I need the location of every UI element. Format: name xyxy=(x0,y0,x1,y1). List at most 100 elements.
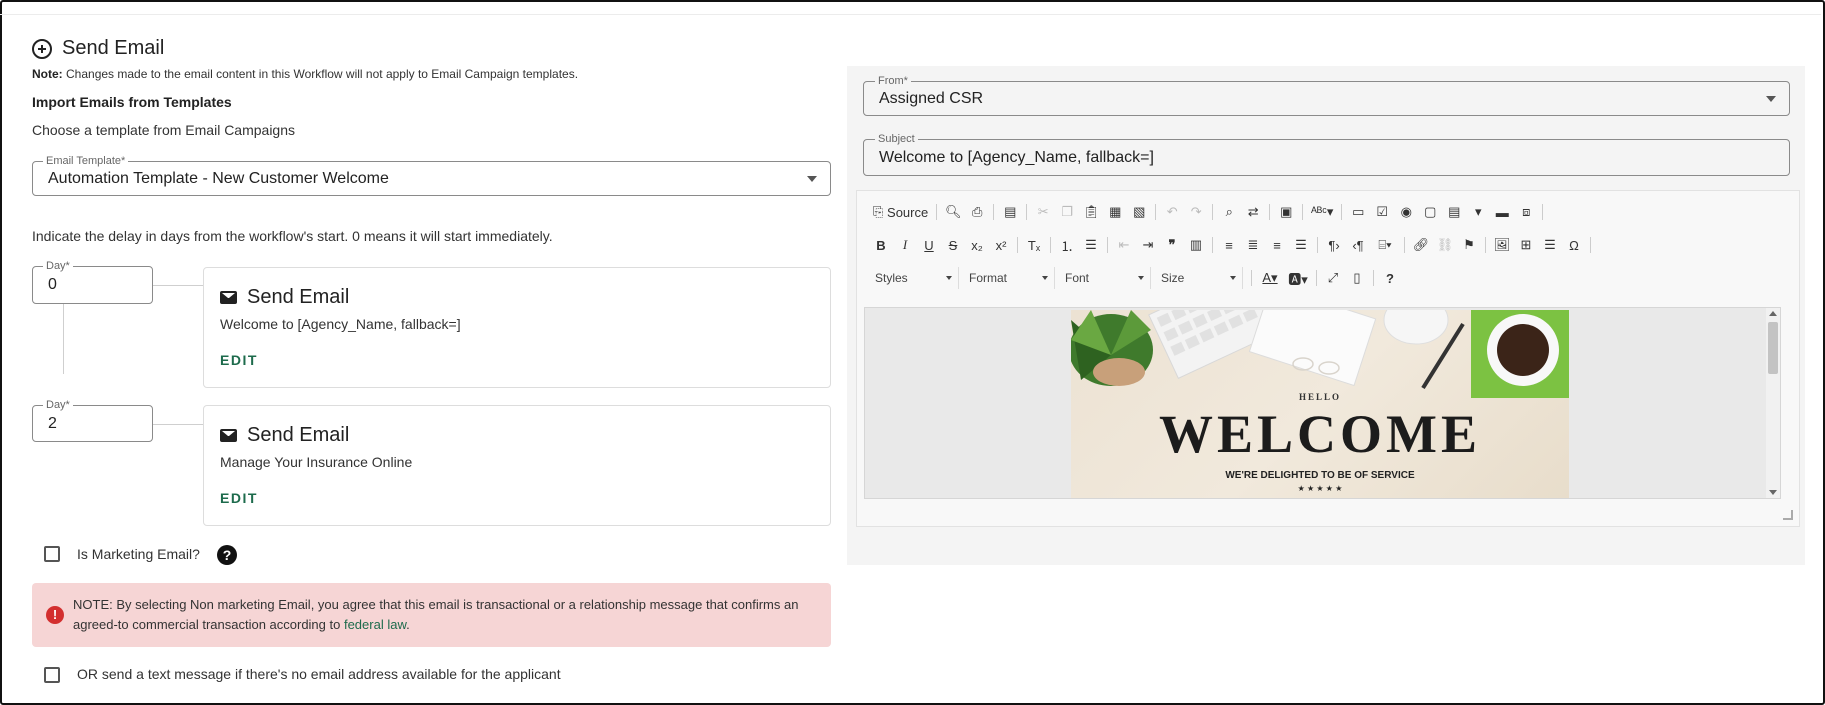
scroll-thumb[interactable] xyxy=(1768,322,1778,374)
format-dropdown[interactable]: Format xyxy=(963,267,1055,289)
indent-icon[interactable]: ⇥ xyxy=(1136,233,1160,257)
top-divider xyxy=(0,14,1821,15)
toolbar-separator xyxy=(1317,237,1318,253)
from-select[interactable]: From* Assigned CSR xyxy=(863,74,1790,116)
superscript-icon[interactable]: x² xyxy=(989,233,1013,257)
templates-icon[interactable]: ▤ xyxy=(998,200,1022,224)
anchor-icon[interactable]: ⚑ xyxy=(1457,233,1481,257)
italic-icon[interactable]: I xyxy=(893,233,917,257)
bold-icon[interactable]: B xyxy=(869,233,893,257)
background-color-icon[interactable]: 🅰︎▾ xyxy=(1284,266,1312,290)
add-circle-icon[interactable] xyxy=(32,38,52,59)
maximize-icon[interactable]: ⤢ xyxy=(1321,266,1345,290)
copy-icon[interactable]: ❐ xyxy=(1055,200,1079,224)
button-field-icon[interactable]: ▬ xyxy=(1490,200,1514,224)
table-icon[interactable]: ⊞ xyxy=(1514,233,1538,257)
textfield-icon[interactable]: ▢ xyxy=(1418,200,1442,224)
alert-text: NOTE: By selecting Non marketing Email, … xyxy=(73,597,799,632)
checkbox-icon[interactable]: ☑ xyxy=(1370,200,1394,224)
form-icon[interactable]: ▭ xyxy=(1346,200,1370,224)
question-icon[interactable]: ? xyxy=(217,545,237,565)
chevron-down-icon xyxy=(1230,276,1236,280)
align-right-icon[interactable]: ≡ xyxy=(1265,233,1289,257)
align-center-icon[interactable]: ≣ xyxy=(1241,233,1265,257)
toolbar-separator xyxy=(1212,237,1213,253)
connector-line xyxy=(153,424,203,425)
scroll-up-icon[interactable] xyxy=(1769,311,1777,316)
day-value: 2 xyxy=(48,414,57,432)
link-icon[interactable]: 🔗︎ xyxy=(1409,233,1433,257)
coffee-cup-icon xyxy=(1471,310,1569,398)
language-icon[interactable]: ⌸▾ xyxy=(1370,233,1400,257)
rich-text-editor: ⎘ Source 🔍︎ ⎙ ▤ ✂ ❐ 📋︎ ▦ ▧ ↶ ↷ ⌕ ⇄ ▣ ᴬᴮᶜ… xyxy=(856,190,1800,527)
note-text: Changes made to the email content in thi… xyxy=(62,67,579,81)
cut-icon[interactable]: ✂ xyxy=(1031,200,1055,224)
toolbar-separator xyxy=(1017,237,1018,253)
subject-input[interactable]: Subject Welcome to [Agency_Name, fallbac… xyxy=(863,132,1790,176)
remove-format-icon[interactable]: Tₓ xyxy=(1022,233,1046,257)
show-blocks-icon[interactable]: ▯ xyxy=(1345,266,1369,290)
note-prefix: Note: xyxy=(32,67,63,81)
preview-icon[interactable]: 🔍︎ xyxy=(941,200,965,224)
resize-handle-icon[interactable] xyxy=(1783,510,1793,520)
rtl-icon[interactable]: ‹¶ xyxy=(1346,233,1370,257)
workflow-note: Note: Changes made to the email content … xyxy=(32,67,578,81)
select-field-icon[interactable]: ▾ xyxy=(1466,200,1490,224)
paste-word-icon[interactable]: ▧ xyxy=(1127,200,1151,224)
editor-content-area[interactable]: HELLO WELCOME WE'RE DELIGHTED TO BE OF S… xyxy=(864,307,1781,499)
scroll-down-icon[interactable] xyxy=(1769,490,1777,495)
undo-icon[interactable]: ↶ xyxy=(1160,200,1184,224)
chevron-down-icon xyxy=(946,276,952,280)
size-dropdown[interactable]: Size xyxy=(1155,267,1243,289)
div-container-icon[interactable]: ▥ xyxy=(1184,233,1208,257)
justify-icon[interactable]: ☰ xyxy=(1289,233,1313,257)
toolbar-separator xyxy=(1542,204,1544,220)
image-icon[interactable]: 🖼︎ xyxy=(1490,233,1514,257)
subscript-icon[interactable]: x₂ xyxy=(965,233,989,257)
align-left-icon[interactable]: ≡ xyxy=(1217,233,1241,257)
plant-icon xyxy=(1071,310,1153,386)
redo-icon[interactable]: ↷ xyxy=(1184,200,1208,224)
source-button[interactable]: ⎘ Source xyxy=(869,200,932,224)
hidden-field-icon[interactable]: ⧈ xyxy=(1514,200,1538,224)
ltr-icon[interactable]: ¶› xyxy=(1322,233,1346,257)
underline-icon[interactable]: U xyxy=(917,233,941,257)
help-icon[interactable]: ? xyxy=(1378,266,1402,290)
banner-hello: HELLO xyxy=(1298,392,1341,402)
textarea-icon[interactable]: ▤ xyxy=(1442,200,1466,224)
find-icon[interactable]: ⌕ xyxy=(1217,200,1241,224)
day-input-2[interactable]: Day* 2 xyxy=(32,398,153,442)
print-icon[interactable]: ⎙ xyxy=(965,200,989,224)
horizontal-line-icon[interactable]: ☰ xyxy=(1538,233,1562,257)
radio-icon[interactable]: ◉ xyxy=(1394,200,1418,224)
numbered-list-icon[interactable]: ⒈ xyxy=(1055,233,1079,257)
blockquote-icon[interactable]: ❞ xyxy=(1160,233,1184,257)
text-color-icon[interactable]: A▾ xyxy=(1256,266,1284,290)
unlink-icon[interactable]: ⛓ xyxy=(1433,233,1457,257)
select-all-icon[interactable]: ▣ xyxy=(1274,200,1298,224)
font-dropdown[interactable]: Font xyxy=(1059,267,1151,289)
spellcheck-icon[interactable]: ᴬᴮᶜ▾ xyxy=(1307,200,1337,224)
strikethrough-icon[interactable]: S xyxy=(941,233,965,257)
special-char-icon[interactable]: Ω xyxy=(1562,233,1586,257)
bulleted-list-icon[interactable]: ☰ xyxy=(1079,233,1103,257)
edit-step-button[interactable]: EDIT xyxy=(220,352,258,368)
paste-text-icon[interactable]: ▦ xyxy=(1103,200,1127,224)
day-input-1[interactable]: Day* 0 xyxy=(32,259,153,304)
editor-scrollbar[interactable] xyxy=(1766,308,1780,498)
toolbar-separator xyxy=(1050,237,1051,253)
step-card: Send Email Welcome to [Agency_Name, fall… xyxy=(203,267,831,388)
paste-icon[interactable]: 📋︎ xyxy=(1079,200,1103,224)
connector-line xyxy=(153,285,203,286)
toolbar-separator xyxy=(1590,237,1591,253)
toolbar-separator xyxy=(1212,204,1214,220)
sms-fallback-checkbox[interactable] xyxy=(44,667,60,683)
section-title-text: Send Email xyxy=(62,37,165,59)
styles-dropdown[interactable]: Styles xyxy=(869,267,959,289)
edit-step-button[interactable]: EDIT xyxy=(220,490,258,506)
federal-law-link[interactable]: federal law xyxy=(344,617,406,632)
marketing-email-checkbox[interactable] xyxy=(44,546,60,562)
email-template-select[interactable]: Email Template* Automation Template - Ne… xyxy=(32,154,831,196)
outdent-icon[interactable]: ⇤ xyxy=(1112,233,1136,257)
replace-icon[interactable]: ⇄ xyxy=(1241,200,1265,224)
